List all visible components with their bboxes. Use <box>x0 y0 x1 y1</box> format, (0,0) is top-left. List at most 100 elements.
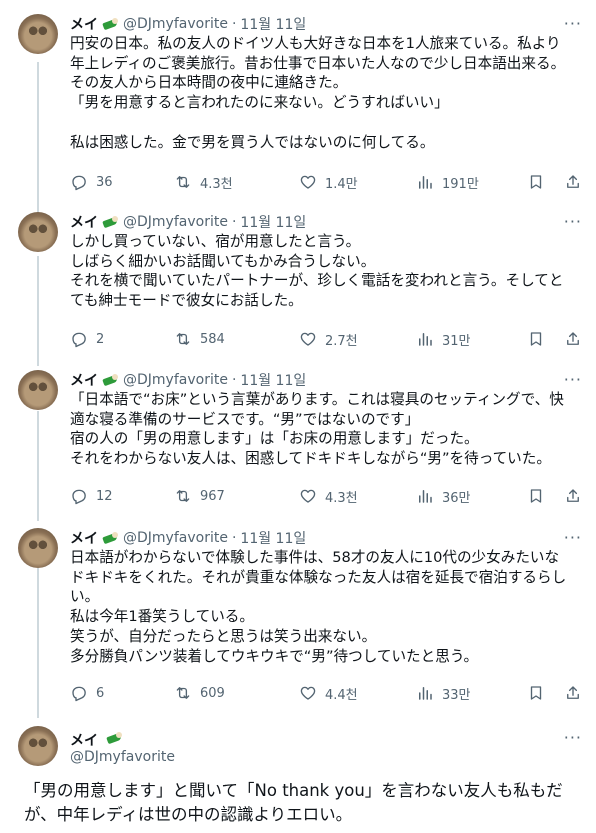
author-handle[interactable]: @DJmyfavorite <box>123 530 228 546</box>
like-icon <box>300 686 316 700</box>
green-onion-emoji-icon <box>102 215 120 229</box>
share-icon <box>567 489 579 502</box>
repost-count: 584 <box>200 331 225 347</box>
tweet-actions: 36 4.3천 1.4만 191만 <box>70 171 585 193</box>
separator-dot: · <box>231 372 237 388</box>
like-button[interactable]: 1.4만 <box>299 173 358 192</box>
like-icon <box>300 175 316 189</box>
author-handle[interactable]: @DJmyfavorite <box>70 749 175 765</box>
author-name[interactable]: メイ <box>70 528 98 548</box>
avatar[interactable] <box>18 212 58 252</box>
author-handle[interactable]: @DJmyfavorite <box>123 16 228 32</box>
reply-button[interactable]: 12 <box>70 487 113 505</box>
repost-button[interactable]: 967 <box>174 487 225 505</box>
repost-button[interactable]: 584 <box>174 330 225 348</box>
reply-count: 12 <box>96 488 113 504</box>
tweet-actions: 6 609 4.4천 33만 <box>70 682 585 704</box>
reply-button[interactable]: 36 <box>70 173 113 191</box>
bookmark-icon <box>530 489 542 503</box>
bookmark-button[interactable] <box>527 684 553 702</box>
view-count: 33만 <box>442 687 471 703</box>
tweet-header: メイ @DJmyfavorite · 11월 11일 <box>70 14 306 34</box>
tweet-date[interactable]: 11월 11일 <box>240 212 306 232</box>
repost-count: 967 <box>200 488 225 504</box>
like-button[interactable]: 4.3천 <box>299 487 358 506</box>
author-name[interactable]: メイ <box>70 370 98 390</box>
tweet-actions: 12 967 4.3천 36만 <box>70 485 585 507</box>
like-count: 2.7천 <box>325 333 358 349</box>
views-button[interactable]: 36만 <box>416 487 471 506</box>
more-icon[interactable]: ··· <box>564 14 582 33</box>
view-count: 31만 <box>442 333 471 349</box>
tweet-date[interactable]: 11월 11일 <box>240 370 306 390</box>
author-name[interactable]: メイ <box>70 733 98 749</box>
tweet[interactable]: メイ @DJmyfavorite · 11월 11일 ··· 円安の日本。私の友… <box>0 14 596 204</box>
author-handle[interactable]: @DJmyfavorite <box>123 214 228 230</box>
repost-icon <box>176 333 190 345</box>
green-onion-emoji-icon <box>102 17 120 31</box>
views-button[interactable]: 31만 <box>416 330 471 349</box>
tweet-text: 日本語がわからないで体験した事件は、58才の友人に10代の少女みたいな ドキドキ… <box>70 549 567 665</box>
repost-button[interactable]: 609 <box>174 684 225 702</box>
tweet-actions: 2 584 2.7천 31만 <box>70 328 585 350</box>
bookmark-button[interactable] <box>527 487 553 505</box>
more-icon[interactable]: ··· <box>564 728 582 747</box>
author-handle[interactable]: @DJmyfavorite <box>123 372 228 388</box>
tweet[interactable]: メイ @DJmyfavorite · 11월 11일 ··· しかし買っていない… <box>0 212 596 362</box>
like-icon <box>300 332 316 346</box>
tweet-date[interactable]: 11월 11일 <box>240 14 306 34</box>
bookmark-button[interactable] <box>527 173 553 191</box>
like-icon <box>300 489 316 503</box>
avatar[interactable] <box>18 370 58 410</box>
green-onion-emoji-icon <box>102 373 120 387</box>
repost-count: 609 <box>200 685 225 701</box>
more-icon[interactable]: ··· <box>564 528 582 547</box>
reply-count: 2 <box>96 331 105 347</box>
green-onion-emoji-icon <box>106 731 124 745</box>
reply-button[interactable]: 2 <box>70 330 104 348</box>
reply-count: 6 <box>96 685 105 701</box>
tweet-text: しかし買っていない、宿が用意したと言う。 しばらく細かいお話聞いてもかみ合うしな… <box>70 233 564 310</box>
views-button[interactable]: 33만 <box>416 684 471 703</box>
repost-icon <box>176 687 190 699</box>
author-name[interactable]: メイ <box>70 212 98 232</box>
share-button[interactable] <box>564 330 590 348</box>
views-icon <box>419 687 432 700</box>
reply-icon <box>72 489 86 505</box>
bookmark-button[interactable] <box>527 330 553 348</box>
tweet-text: 「男の用意します」と聞いて「No thank you」を言わない友人も私もだ が… <box>24 781 563 824</box>
view-count: 191만 <box>442 176 479 192</box>
like-count: 4.3천 <box>325 490 358 506</box>
share-button[interactable] <box>564 487 590 505</box>
tweet-header: メイ @DJmyfavorite · 11월 11일 <box>70 212 306 232</box>
author-name-row: メイ <box>70 730 127 750</box>
repost-button[interactable]: 4.3천 <box>174 173 233 192</box>
tweet-text: 「日本語で“お床”という言葉があります。これは寝具のセッティングで、快 適な寝る… <box>70 391 564 468</box>
reply-icon <box>72 686 86 702</box>
author-name[interactable]: メイ <box>70 14 98 34</box>
focused-tweet[interactable]: メイ @DJmyfavorite ··· 「男の用意します」と聞いて「No th… <box>0 724 596 833</box>
avatar[interactable] <box>18 14 58 54</box>
tweet[interactable]: メイ @DJmyfavorite · 11월 11일 ··· 「日本語で“お床”… <box>0 370 596 520</box>
repost-icon <box>176 176 190 188</box>
reply-button[interactable]: 6 <box>70 684 104 702</box>
more-icon[interactable]: ··· <box>564 212 582 231</box>
avatar[interactable] <box>18 528 58 568</box>
tweet[interactable]: メイ @DJmyfavorite · 11월 11일 ··· 日本語がわからない… <box>0 528 596 718</box>
share-icon <box>567 175 579 188</box>
avatar[interactable] <box>18 726 58 766</box>
like-button[interactable]: 2.7천 <box>299 330 358 349</box>
views-button[interactable]: 191만 <box>416 173 479 192</box>
tweet-header: メイ @DJmyfavorite · 11월 11일 <box>70 370 306 390</box>
bookmark-icon <box>530 175 542 189</box>
repost-count: 4.3천 <box>200 176 233 192</box>
like-button[interactable]: 4.4천 <box>299 684 358 703</box>
share-button[interactable] <box>564 684 590 702</box>
more-icon[interactable]: ··· <box>564 370 582 389</box>
tweet-header: メイ @DJmyfavorite · 11월 11일 <box>70 528 306 548</box>
tweet-date[interactable]: 11월 11일 <box>240 528 306 548</box>
reply-count: 36 <box>96 174 113 190</box>
bookmark-icon <box>530 332 542 346</box>
share-button[interactable] <box>564 173 590 191</box>
reply-icon <box>72 175 86 191</box>
